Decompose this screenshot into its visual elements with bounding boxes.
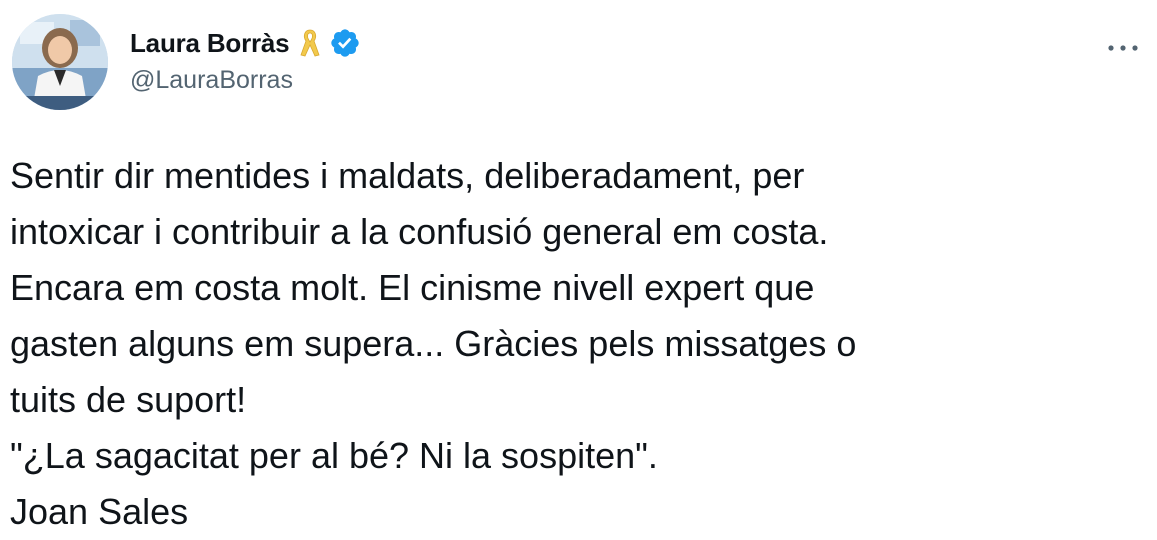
author-names: Laura Borràs @LauraBorras xyxy=(130,26,361,95)
verified-badge-icon xyxy=(329,27,361,59)
tweet-card: Laura Borràs @LauraBorras Sentir dir men… xyxy=(0,0,1157,539)
more-options-button[interactable] xyxy=(1103,36,1143,60)
tweet-text: Sentir dir mentides i maldats, deliberad… xyxy=(10,155,857,532)
user-handle[interactable]: @LauraBorras xyxy=(130,66,361,95)
display-name[interactable]: Laura Borràs xyxy=(130,28,290,59)
yellow-ribbon-icon xyxy=(297,28,323,58)
more-horizontal-icon xyxy=(1108,45,1138,51)
name-row: Laura Borràs xyxy=(130,26,361,60)
avatar[interactable] xyxy=(12,14,108,110)
tweet-header: Laura Borràs @LauraBorras xyxy=(12,12,1145,112)
